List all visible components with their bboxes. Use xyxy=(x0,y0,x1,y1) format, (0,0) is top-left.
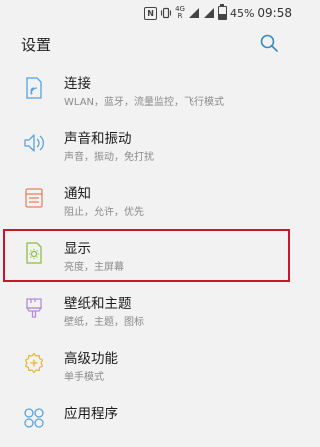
item-title: 高级功能 xyxy=(64,351,118,367)
item-subtitle: 亮度，主屏幕 xyxy=(64,262,124,273)
gear-plus-icon xyxy=(22,351,46,375)
item-title: 通知 xyxy=(64,186,91,202)
apps-icon xyxy=(22,406,46,430)
search-button[interactable] xyxy=(258,32,280,54)
vibrate-icon xyxy=(160,7,172,19)
item-subtitle: 壁纸，主题，图标 xyxy=(64,317,144,328)
settings-item-display[interactable]: 显示 亮度，主屏幕 xyxy=(0,227,298,282)
clock: 09:58 xyxy=(257,6,292,20)
settings-item-sound[interactable]: 声音和振动 声音，振动，免打扰 xyxy=(0,117,298,172)
item-subtitle: WLAN，蓝牙，流量监控，飞行模式 xyxy=(64,97,225,108)
item-subtitle: 单手模式 xyxy=(64,372,104,383)
nfc-icon: N xyxy=(144,6,158,20)
paintbrush-icon xyxy=(22,296,46,320)
item-title: 显示 xyxy=(64,241,91,257)
page-title: 设置 xyxy=(21,36,52,54)
header: 设置 xyxy=(0,26,298,62)
signal-roaming-label: R xyxy=(177,12,183,20)
settings-item-notifications[interactable]: 通知 阻止，允许，优先 xyxy=(0,172,298,227)
settings-list: 连接 WLAN，蓝牙，流量监控，飞行模式 声音和振动 声音，振动，免打扰 通知 … xyxy=(0,62,298,447)
settings-item-advanced-features[interactable]: 高级功能 单手模式 xyxy=(0,337,298,392)
item-title: 连接 xyxy=(64,76,91,92)
signal-icon-secondary xyxy=(203,7,215,19)
connections-icon xyxy=(22,76,46,100)
status-indicators: N 4G R 45% 09:58 xyxy=(144,4,292,22)
battery-percent: 45% xyxy=(229,6,255,20)
notifications-icon xyxy=(22,186,46,210)
signal-icon xyxy=(188,7,200,19)
display-icon xyxy=(22,241,46,265)
battery-icon xyxy=(217,4,227,20)
settings-item-wallpaper-themes[interactable]: 壁纸和主题 壁纸，主题，图标 xyxy=(0,282,298,337)
search-icon xyxy=(260,34,278,52)
item-subtitle: 阻止，允许，优先 xyxy=(64,207,144,218)
mobile-data-indicator: 4G R xyxy=(175,6,185,20)
item-subtitle: 声音，振动，免打扰 xyxy=(64,152,154,163)
item-title: 应用程序 xyxy=(64,406,118,422)
speaker-icon xyxy=(22,131,46,155)
item-title: 壁纸和主题 xyxy=(64,296,132,312)
item-title: 声音和振动 xyxy=(64,131,132,147)
settings-item-connections[interactable]: 连接 WLAN，蓝牙，流量监控，飞行模式 xyxy=(0,62,298,117)
status-bar: N 4G R 45% 09:58 xyxy=(0,0,298,26)
battery-fill xyxy=(218,13,226,19)
